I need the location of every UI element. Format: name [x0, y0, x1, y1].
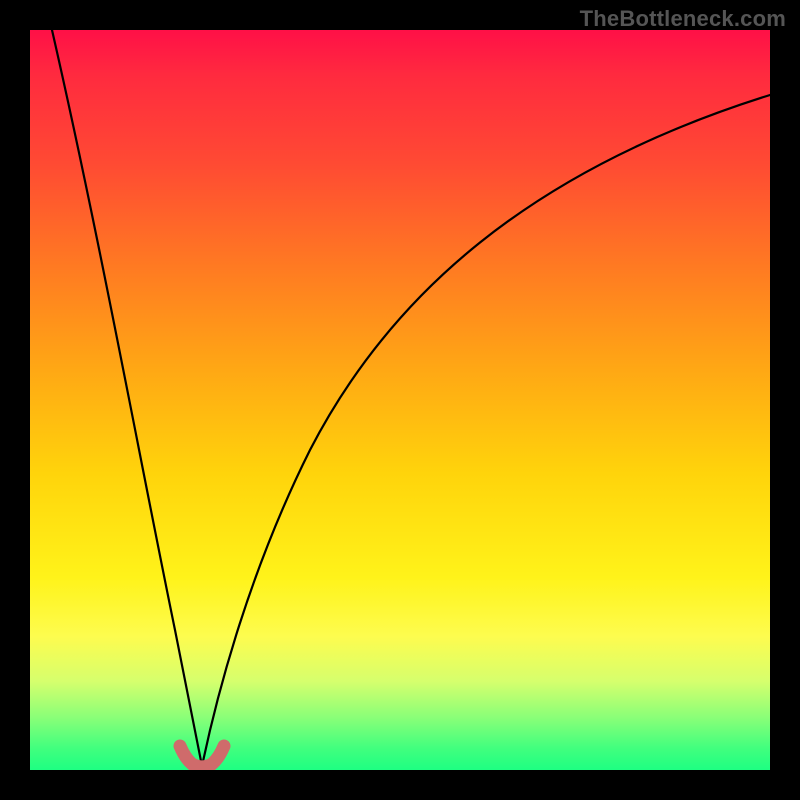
bottleneck-curve-left	[52, 30, 202, 766]
minimum-marker	[180, 746, 224, 767]
watermark-text: TheBottleneck.com	[580, 6, 786, 32]
bottleneck-curve-right	[202, 95, 770, 766]
curve-overlay	[30, 30, 770, 770]
chart-frame: TheBottleneck.com	[0, 0, 800, 800]
